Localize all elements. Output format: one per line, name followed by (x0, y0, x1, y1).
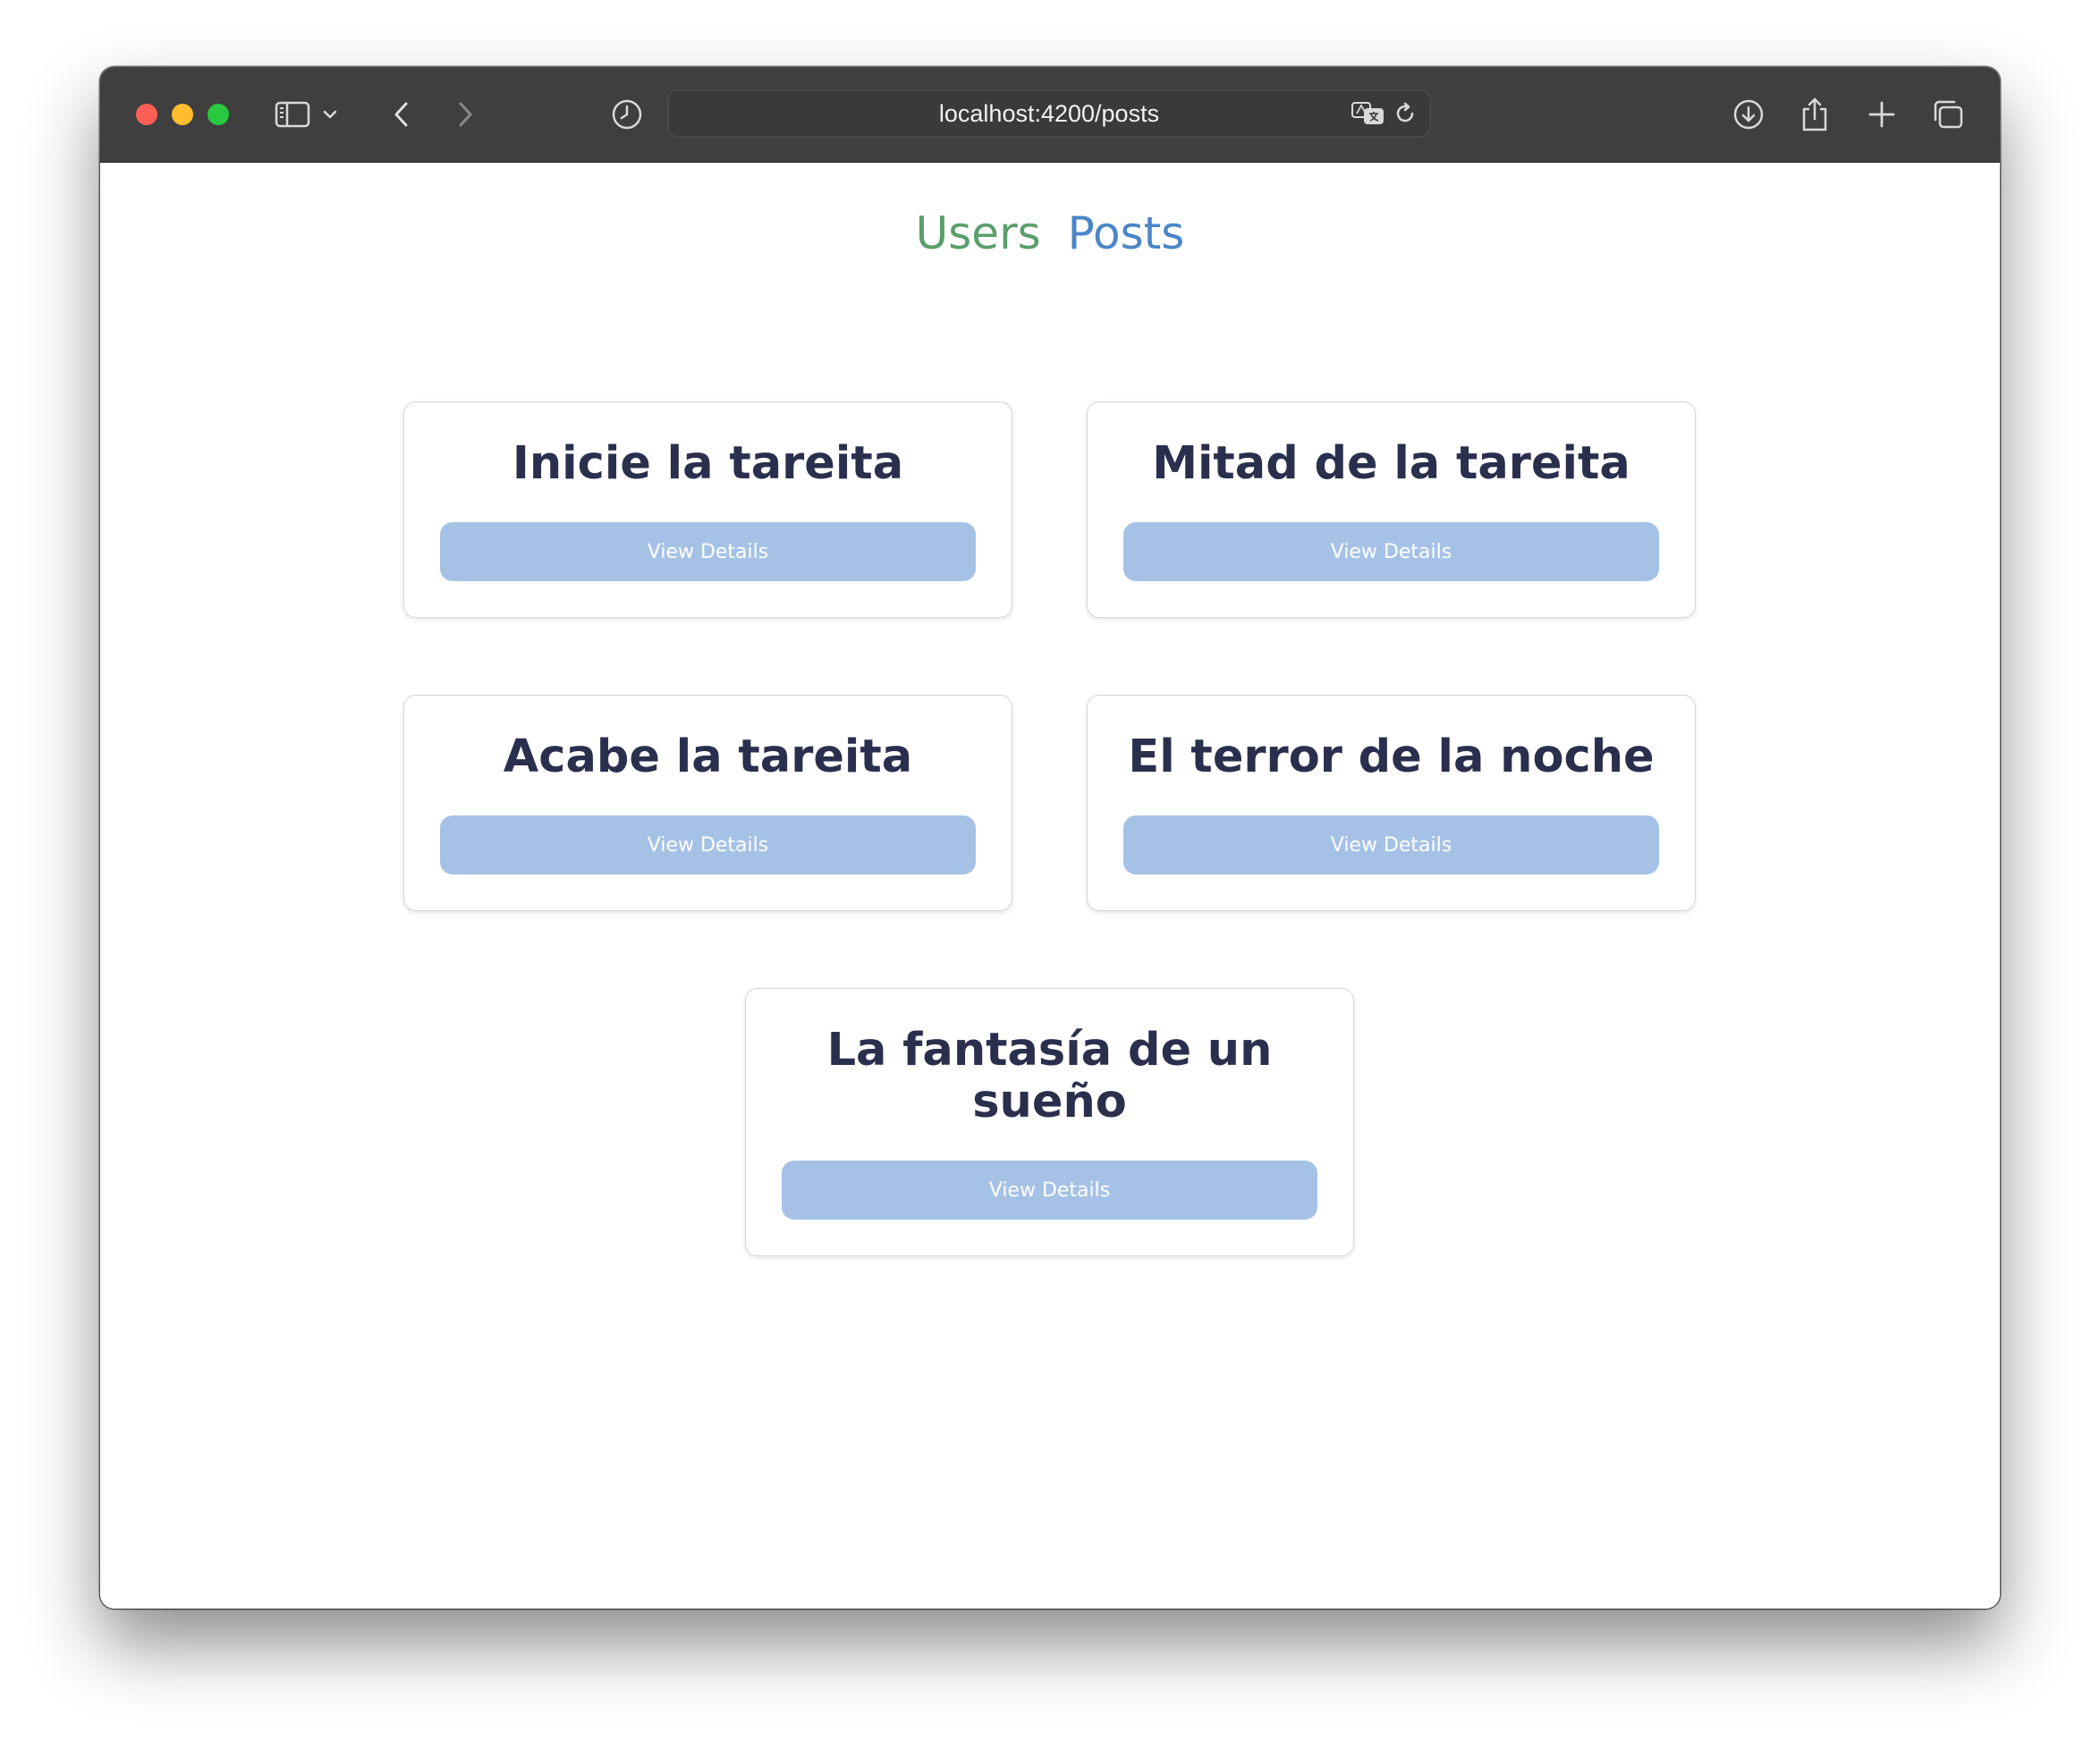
top-nav: Users Posts (100, 207, 2000, 259)
view-details-button[interactable]: View Details (440, 815, 976, 874)
page-content: Users Posts Inicie la tareita View Detai… (100, 163, 2000, 1609)
nav-link-users[interactable]: Users (916, 207, 1041, 259)
browser-window: localhost:4200/posts Users Posts Inicie … (100, 67, 2000, 1609)
tab-overview-icon[interactable] (1930, 94, 1966, 135)
close-window-button[interactable] (136, 104, 157, 125)
zoom-window-button[interactable] (207, 104, 229, 125)
nav-link-posts[interactable]: Posts (1068, 207, 1185, 259)
reload-icon[interactable] (1392, 93, 1418, 134)
post-card: El terror de la noche View Details (1087, 695, 1696, 911)
back-arrow-icon[interactable] (389, 94, 414, 135)
screenshot-stage: localhost:4200/posts Users Posts Inicie … (0, 0, 2100, 1740)
post-title: Acabe la tareita (503, 731, 913, 783)
chevron-down-icon[interactable] (321, 94, 339, 135)
sidebar-toggle-icon[interactable] (273, 94, 312, 135)
post-title: La fantasía de un sueño (826, 1024, 1273, 1128)
view-details-button[interactable]: View Details (782, 1161, 1317, 1220)
address-bar[interactable]: localhost:4200/posts (667, 89, 1431, 138)
translate-icon[interactable] (1349, 93, 1388, 134)
post-title: Inicie la tareita (512, 437, 904, 490)
view-details-button[interactable]: View Details (440, 522, 976, 581)
view-details-button[interactable]: View Details (1123, 522, 1659, 581)
post-card: La fantasía de un sueño View Details (745, 988, 1354, 1256)
post-card: Inicie la tareita View Details (403, 401, 1012, 618)
new-tab-plus-icon[interactable] (1864, 94, 1900, 135)
view-details-button[interactable]: View Details (1123, 815, 1659, 874)
post-title: El terror de la noche (1128, 731, 1655, 783)
browser-toolbar: localhost:4200/posts (100, 67, 2000, 163)
post-card: Acabe la tareita View Details (403, 695, 1012, 911)
history-clock-icon[interactable] (609, 94, 645, 135)
post-card: Mitad de la tareita View Details (1087, 401, 1696, 618)
minimize-window-button[interactable] (172, 104, 193, 125)
download-icon[interactable] (1731, 94, 1766, 135)
share-icon[interactable] (1797, 94, 1833, 135)
post-title: Mitad de la tareita (1152, 437, 1630, 490)
url-text: localhost:4200/posts (938, 99, 1160, 127)
forward-arrow-icon[interactable] (453, 94, 478, 135)
